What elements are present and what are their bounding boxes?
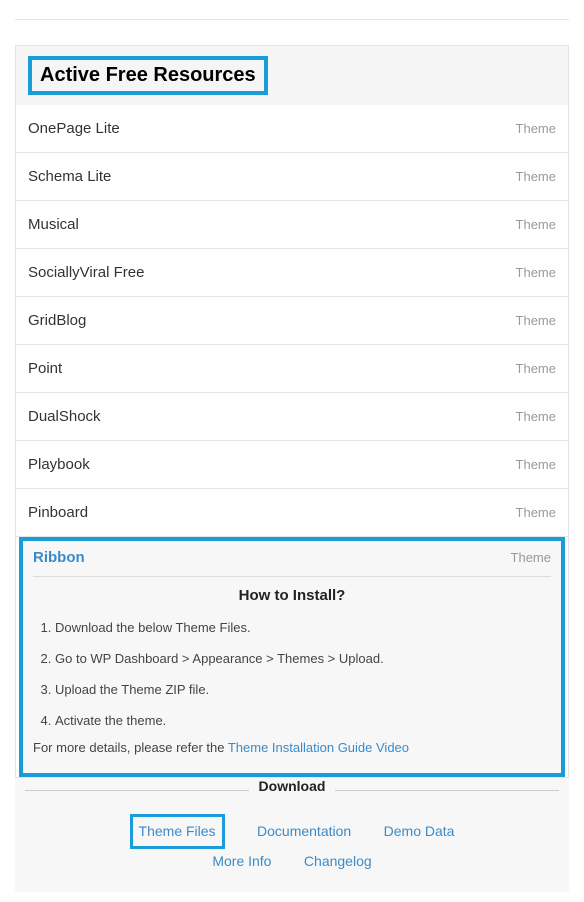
expanded-header-row[interactable]: Ribbon Theme	[33, 549, 551, 576]
resource-name: OnePage Lite	[28, 120, 120, 137]
install-step: Upload the Theme ZIP file.	[55, 682, 551, 697]
install-steps: Download the below Theme Files. Go to WP…	[33, 620, 551, 728]
resource-row[interactable]: OnePage Lite Theme	[16, 105, 568, 153]
resource-row[interactable]: Schema Lite Theme	[16, 153, 568, 201]
install-step: Activate the theme.	[55, 713, 551, 728]
resource-name: Schema Lite	[28, 168, 111, 185]
theme-files-highlight: Theme Files	[130, 814, 225, 849]
theme-files-link[interactable]: Theme Files	[139, 819, 216, 844]
more-info-link[interactable]: More Info	[212, 849, 271, 874]
resource-row[interactable]: Musical Theme	[16, 201, 568, 249]
more-details-text: For more details, please refer the	[33, 740, 228, 755]
resource-row[interactable]: Playbook Theme	[16, 441, 568, 489]
download-links: Theme Files Documentation Demo Data More…	[25, 814, 559, 874]
download-block: Download Theme Files Documentation Demo …	[15, 778, 569, 892]
expanded-type: Theme	[511, 550, 551, 565]
resource-type: Theme	[516, 457, 556, 472]
resource-type: Theme	[516, 265, 556, 280]
resource-type: Theme	[516, 505, 556, 520]
resource-row[interactable]: Point Theme	[16, 345, 568, 393]
documentation-link[interactable]: Documentation	[257, 819, 351, 844]
resource-name: GridBlog	[28, 312, 86, 329]
resource-type: Theme	[516, 313, 556, 328]
resource-name: Pinboard	[28, 504, 88, 521]
resource-name: Point	[28, 360, 62, 377]
top-divider	[15, 0, 569, 20]
resource-name: DualShock	[28, 408, 101, 425]
resource-row[interactable]: GridBlog Theme	[16, 297, 568, 345]
download-title-wrap: Download	[25, 778, 559, 802]
install-step: Go to WP Dashboard > Appearance > Themes…	[55, 651, 551, 666]
changelog-link[interactable]: Changelog	[304, 849, 372, 874]
howto-title: How to Install?	[33, 576, 551, 604]
header-highlight: Active Free Resources	[28, 56, 268, 95]
expanded-resource: Ribbon Theme How to Install? Download th…	[19, 537, 565, 777]
panel-header: Active Free Resources	[16, 46, 568, 105]
demo-data-link[interactable]: Demo Data	[384, 819, 455, 844]
resource-type: Theme	[516, 169, 556, 184]
download-title: Download	[249, 778, 336, 794]
resource-type: Theme	[516, 121, 556, 136]
resource-type: Theme	[516, 217, 556, 232]
expanded-name: Ribbon	[33, 549, 85, 566]
resource-name: Playbook	[28, 456, 90, 473]
resources-panel: Active Free Resources OnePage Lite Theme…	[15, 45, 569, 778]
resource-name: Musical	[28, 216, 79, 233]
resource-name: SociallyViral Free	[28, 264, 144, 281]
install-guide-link[interactable]: Theme Installation Guide Video	[228, 740, 409, 755]
panel-title: Active Free Resources	[40, 64, 256, 86]
resource-row[interactable]: Pinboard Theme	[16, 489, 568, 537]
more-details: For more details, please refer the Theme…	[33, 740, 551, 755]
resource-row[interactable]: DualShock Theme	[16, 393, 568, 441]
install-step: Download the below Theme Files.	[55, 620, 551, 635]
resource-type: Theme	[516, 361, 556, 376]
resource-row[interactable]: SociallyViral Free Theme	[16, 249, 568, 297]
resource-type: Theme	[516, 409, 556, 424]
